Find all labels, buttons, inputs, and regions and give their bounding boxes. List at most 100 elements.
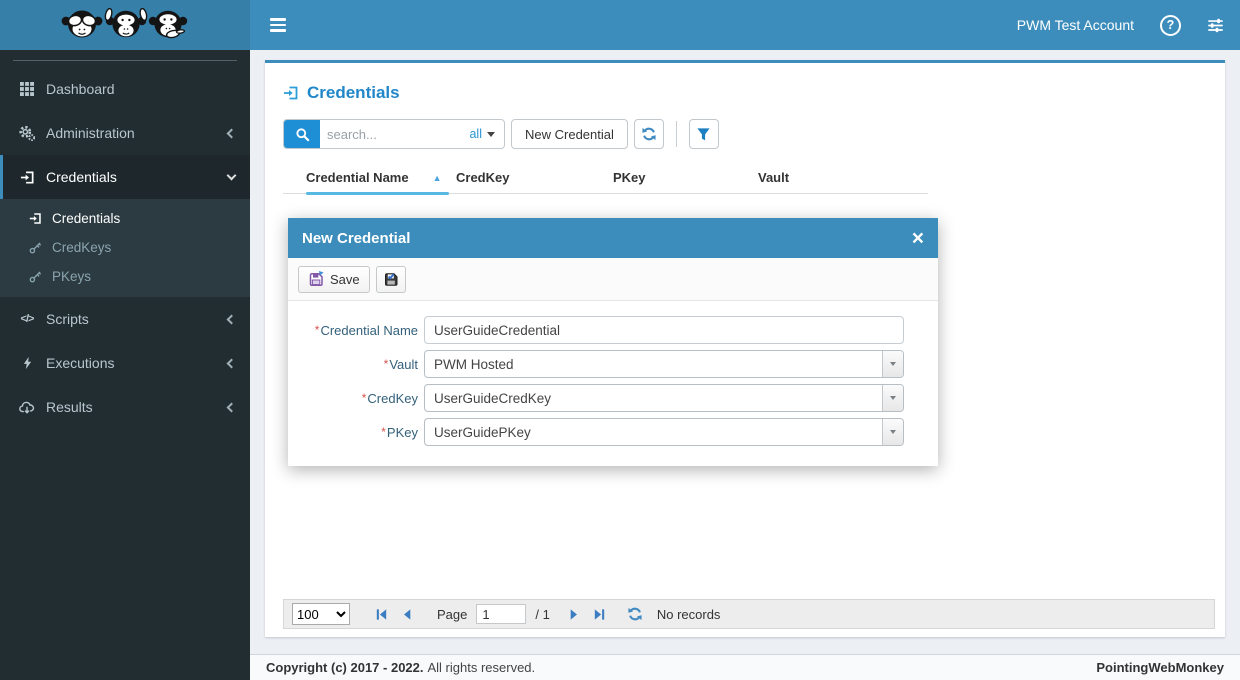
chevron-left-icon xyxy=(226,358,237,368)
sidebar-item-label: Executions xyxy=(46,355,115,371)
credkey-select[interactable]: UserGuideCredKey xyxy=(424,384,904,412)
gears-icon xyxy=(15,125,39,141)
caret-down-icon xyxy=(890,362,896,366)
required-asterisk: * xyxy=(381,424,386,439)
page-size-select[interactable]: 100 xyxy=(292,603,350,625)
column-header-credkey[interactable]: CredKey xyxy=(456,170,509,185)
select-dropdown-button[interactable] xyxy=(882,351,903,377)
field-label: *PKey xyxy=(381,424,418,440)
sidebar-item-administration[interactable]: Administration xyxy=(0,111,250,155)
sidebar-divider xyxy=(13,60,237,61)
field-label: *Vault xyxy=(383,356,418,372)
column-header-vault[interactable]: Vault xyxy=(758,170,789,185)
field-label: *Credential Name xyxy=(314,322,418,338)
sidebar-item-label: Dashboard xyxy=(46,81,115,97)
pkey-select[interactable]: UserGuidePKey xyxy=(424,418,904,446)
submenu-item-credkeys[interactable]: CredKeys xyxy=(0,233,250,262)
modal-header[interactable]: New Credential × xyxy=(288,218,938,258)
sorted-column-underline xyxy=(306,192,449,195)
last-page-button[interactable] xyxy=(591,606,608,623)
total-pages: / 1 xyxy=(535,606,550,622)
rights-text: All rights reserved. xyxy=(427,660,536,675)
sidebar-item-dashboard[interactable]: Dashboard xyxy=(0,67,250,111)
pagination-bar: 100 Page / 1 xyxy=(283,599,1215,629)
column-header-credential-name[interactable]: Credential Name ▲ xyxy=(306,170,442,185)
account-menu[interactable]: PWM Test Account xyxy=(1017,17,1134,33)
sort-asc-icon: ▲ xyxy=(432,172,442,183)
page-title: Credentials xyxy=(307,83,400,102)
column-header-pkey[interactable]: PKey xyxy=(613,170,646,185)
modal-form: *Credential Name *Vault PWM Hosted xyxy=(288,301,938,466)
search-scope-dropdown[interactable]: all xyxy=(460,120,504,148)
form-row-vault: *Vault PWM Hosted xyxy=(288,350,938,378)
search-group: all xyxy=(283,119,505,149)
submenu-item-label: Credentials xyxy=(52,211,121,226)
submenu-item-credentials[interactable]: Credentials xyxy=(0,204,250,233)
save-check-floppy-icon xyxy=(383,271,399,287)
chevron-left-icon xyxy=(226,128,237,138)
sidebar: Dashboard Administration Credentials Cre… xyxy=(0,0,250,680)
save-button[interactable]: Save xyxy=(298,265,370,293)
pager-refresh-button[interactable] xyxy=(627,606,644,623)
refresh-button[interactable] xyxy=(633,119,664,149)
credential-name-input[interactable] xyxy=(424,316,904,344)
filter-icon xyxy=(696,127,711,142)
sidebar-item-executions[interactable]: Executions xyxy=(0,341,250,385)
caret-down-icon xyxy=(487,131,495,137)
submenu-item-label: CredKeys xyxy=(52,240,112,255)
select-dropdown-button[interactable] xyxy=(882,385,903,411)
content-area: Credentials all xyxy=(250,50,1240,654)
sign-in-icon xyxy=(24,212,46,225)
table-header-row: Credential Name ▲ CredKey PKey Vault xyxy=(283,167,928,195)
first-page-button[interactable] xyxy=(373,606,390,623)
credentials-panel: Credentials all xyxy=(265,60,1225,637)
save-check-button[interactable] xyxy=(375,265,406,293)
next-page-button[interactable] xyxy=(565,606,582,623)
previous-page-button[interactable] xyxy=(399,606,416,623)
sidebar-item-label: Scripts xyxy=(46,311,89,327)
sliders-icon[interactable] xyxy=(1207,17,1224,34)
credentials-submenu: Credentials CredKeys PKeys xyxy=(0,199,250,297)
search-button[interactable] xyxy=(284,120,320,148)
sidebar-menu: Dashboard Administration Credentials Cre… xyxy=(0,67,250,429)
help-icon[interactable]: ? xyxy=(1160,14,1181,36)
sidebar-item-label: Administration xyxy=(46,125,135,141)
page-footer: Copyright (c) 2017 - 2022. All rights re… xyxy=(250,654,1240,680)
form-row-pkey: *PKey UserGuidePKey xyxy=(288,418,938,446)
key-icon xyxy=(24,270,46,283)
search-icon xyxy=(295,127,310,142)
grid-toolbar: all New Credential xyxy=(283,119,1225,149)
sidebar-item-results[interactable]: Results xyxy=(0,385,250,429)
records-status: No records xyxy=(656,606,721,622)
required-asterisk: * xyxy=(361,390,367,405)
sidebar-toggle-button[interactable] xyxy=(266,12,290,37)
filter-button[interactable] xyxy=(688,119,719,149)
page-title-row: Credentials xyxy=(283,83,1225,103)
search-input[interactable] xyxy=(320,120,461,148)
required-asterisk: * xyxy=(314,322,320,337)
close-icon[interactable]: × xyxy=(912,228,924,249)
logo[interactable] xyxy=(0,0,250,50)
submenu-item-pkeys[interactable]: PKeys xyxy=(0,262,250,291)
sign-in-icon xyxy=(15,170,39,185)
required-asterisk: * xyxy=(383,356,389,371)
save-button-label: Save xyxy=(330,271,360,287)
new-credential-button[interactable]: New Credential xyxy=(511,119,628,149)
modal-toolbar: Save xyxy=(288,258,938,301)
refresh-icon xyxy=(641,126,657,142)
page-number-input[interactable] xyxy=(476,604,527,624)
cloud-download-icon xyxy=(15,400,39,415)
new-credential-modal: New Credential × Save *Credential Name U… xyxy=(288,218,938,466)
caret-down-icon xyxy=(890,430,896,434)
submenu-item-label: PKeys xyxy=(52,269,92,284)
top-navbar: PWM Test Account ? xyxy=(250,0,1240,50)
vault-select[interactable]: PWM Hosted xyxy=(424,350,904,378)
form-row-credkey: *CredKey UserGuideCredKey xyxy=(288,384,938,412)
key-icon xyxy=(24,241,46,254)
select-dropdown-button[interactable] xyxy=(882,419,903,445)
chevron-down-icon xyxy=(226,170,237,181)
sidebar-item-scripts[interactable]: </> Scripts xyxy=(0,297,250,341)
copyright-text: Copyright (c) 2017 - 2022. xyxy=(266,660,424,675)
sidebar-item-credentials[interactable]: Credentials xyxy=(0,155,250,199)
grid-icon xyxy=(15,82,39,96)
